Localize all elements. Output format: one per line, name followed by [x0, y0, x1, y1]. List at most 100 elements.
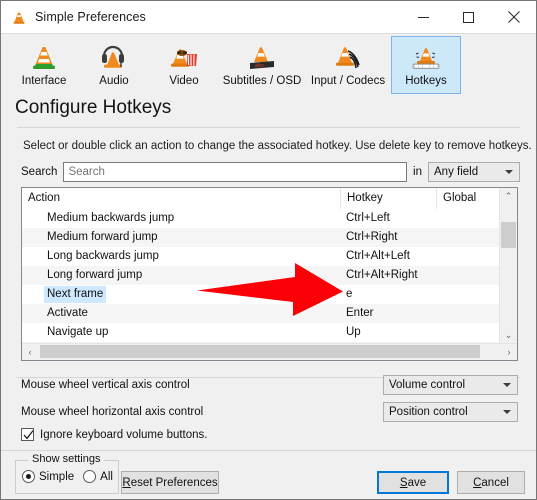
close-button[interactable] — [491, 1, 536, 33]
mouse-wheel-vertical-select[interactable]: Volume control — [383, 374, 518, 395]
toolbar-item-label: Video — [169, 75, 199, 87]
search-in-label: in — [413, 165, 422, 178]
column-header-global[interactable]: Global — [436, 188, 502, 209]
mouse-wheel-vertical-label: Mouse wheel vertical axis control — [21, 378, 190, 391]
cell-action: Long forward jump — [47, 269, 143, 281]
footer-divider — [1, 450, 536, 451]
hotkeys-table[interactable]: Action Hotkey Global Medium backwards ju… — [21, 187, 518, 361]
toolbar-item-video[interactable]: Video — [149, 36, 219, 94]
cell-hotkey: Enter — [346, 307, 374, 319]
toolbar-item-label: Hotkeys — [405, 75, 447, 87]
window-controls — [401, 1, 536, 33]
table-row-selected[interactable]: Next frame e — [22, 285, 500, 304]
window-title: Simple Preferences — [35, 10, 146, 24]
search-row: Search in Any field — [21, 161, 520, 182]
search-field-value: Any field — [434, 165, 479, 178]
vertical-scroll-thumb[interactable] — [501, 222, 516, 248]
reset-mnemonic: R — [122, 476, 131, 489]
vlc-video-icon — [167, 41, 201, 73]
chevron-down-icon — [505, 169, 513, 174]
search-label: Search — [21, 165, 58, 178]
toolbar-item-label: Audio — [99, 75, 129, 87]
table-body: Medium backwards jump Ctrl+Left Medium f… — [22, 209, 500, 344]
cell-hotkey: Ctrl+Left — [346, 212, 390, 224]
vlc-input-codecs-icon — [331, 41, 365, 73]
mouse-wheel-horizontal-row: Mouse wheel horizontal axis control Posi… — [21, 401, 518, 422]
table-row[interactable]: Long forward jump Ctrl+Alt+Right — [22, 266, 500, 285]
header-divider — [17, 127, 520, 128]
cancel-mnemonic: C — [473, 476, 482, 489]
vlc-cone-icon — [11, 9, 27, 25]
table-row[interactable]: Medium forward jump Ctrl+Right — [22, 228, 500, 247]
cell-action: Long backwards jump — [47, 250, 159, 262]
simple-preferences-window: Simple Preferences Interface Audio Video… — [0, 0, 537, 500]
maximize-button[interactable] — [446, 1, 491, 33]
search-field-select[interactable]: Any field — [428, 161, 520, 182]
mouse-wheel-horizontal-value: Position control — [389, 405, 468, 418]
scroll-left-icon[interactable]: ‹ — [22, 344, 38, 359]
cell-action: Medium backwards jump — [47, 212, 175, 224]
title-bar: Simple Preferences — [1, 1, 536, 33]
preferences-toolbar: Interface Audio Video abc Subtitles / OS… — [1, 33, 536, 95]
toolbar-item-interface[interactable]: Interface — [9, 36, 79, 94]
cancel-button[interactable]: Cancel — [457, 471, 525, 494]
save-button[interactable]: Save — [377, 471, 449, 494]
save-label-rest: ave — [407, 476, 427, 489]
toolbar-item-label: Interface — [21, 75, 67, 87]
toolbar-item-label: Input / Codecs — [310, 75, 386, 87]
ignore-volume-buttons-checkbox[interactable] — [21, 428, 34, 441]
scroll-down-icon[interactable]: ⌄ — [500, 327, 517, 344]
search-input[interactable] — [63, 161, 408, 182]
hotkeys-hint-text: Select or double click an action to chan… — [23, 140, 532, 152]
table-row[interactable]: Activate Enter — [22, 304, 500, 323]
checkmark-icon — [23, 430, 34, 440]
radio-all[interactable] — [83, 470, 97, 483]
table-header: Action Hotkey Global — [22, 188, 517, 210]
cell-hotkey: Ctrl+Alt+Left — [346, 250, 410, 262]
cell-hotkey: Ctrl+Right — [346, 231, 398, 243]
cell-action: Navigate up — [47, 326, 109, 338]
mouse-wheel-horizontal-select[interactable]: Position control — [383, 401, 518, 422]
minimize-button[interactable] — [401, 1, 446, 33]
cell-action: Next frame — [44, 286, 107, 303]
toolbar-item-input-codecs[interactable]: Input / Codecs — [305, 36, 391, 94]
chevron-down-icon — [503, 409, 511, 414]
reset-preferences-button[interactable]: Reset Preferences — [121, 471, 219, 494]
mouse-wheel-vertical-row: Mouse wheel vertical axis control Volume… — [21, 374, 518, 395]
cancel-label-rest: ancel — [481, 476, 509, 489]
scroll-up-icon[interactable]: ⌃ — [500, 188, 517, 205]
cell-hotkey: Up — [346, 326, 361, 338]
vlc-subtitles-icon: abc — [245, 41, 279, 73]
vlc-interface-icon — [27, 41, 61, 73]
toolbar-item-subtitles-osd[interactable]: abc Subtitles / OSD — [219, 36, 305, 94]
cell-action: Activate — [47, 307, 88, 319]
vlc-audio-icon — [97, 41, 131, 73]
table-row[interactable]: Long backwards jump Ctrl+Alt+Left — [22, 247, 500, 266]
show-settings-radios: Simple All — [22, 470, 122, 483]
scroll-right-icon[interactable]: › — [501, 344, 517, 359]
toolbar-item-hotkeys[interactable]: Hotkeys — [391, 36, 461, 94]
horizontal-scroll-thumb[interactable] — [40, 345, 480, 358]
page-header: Configure Hotkeys — [1, 95, 536, 131]
page-title: Configure Hotkeys — [15, 97, 172, 118]
radio-simple[interactable] — [22, 470, 35, 483]
ignore-volume-buttons-row[interactable]: Ignore keyboard volume buttons. — [21, 428, 208, 441]
table-row[interactable]: Medium backwards jump Ctrl+Left — [22, 209, 500, 228]
show-settings-group: Show settings Simple All — [15, 453, 122, 494]
table-row[interactable]: Navigate up Up — [22, 323, 500, 342]
radio-simple-label[interactable]: Simple — [39, 471, 74, 483]
radio-all-label[interactable]: All — [100, 471, 113, 483]
table-vertical-scrollbar[interactable]: ⌃ ⌄ — [499, 188, 517, 344]
mouse-wheel-horizontal-label: Mouse wheel horizontal axis control — [21, 405, 204, 418]
cell-hotkey: Ctrl+Alt+Right — [346, 269, 418, 281]
column-header-hotkey[interactable]: Hotkey — [340, 188, 436, 209]
svg-text:abc: abc — [255, 63, 264, 69]
cell-action: Medium forward jump — [47, 231, 158, 243]
mouse-wheel-vertical-value: Volume control — [389, 378, 466, 391]
toolbar-item-audio[interactable]: Audio — [79, 36, 149, 94]
vlc-hotkeys-icon — [409, 41, 443, 73]
column-header-action[interactable]: Action — [22, 188, 340, 209]
reset-label-rest: eset Preferences — [130, 476, 218, 489]
table-horizontal-scrollbar[interactable]: ‹ › — [22, 343, 517, 360]
toolbar-item-label: Subtitles / OSD — [222, 75, 302, 87]
